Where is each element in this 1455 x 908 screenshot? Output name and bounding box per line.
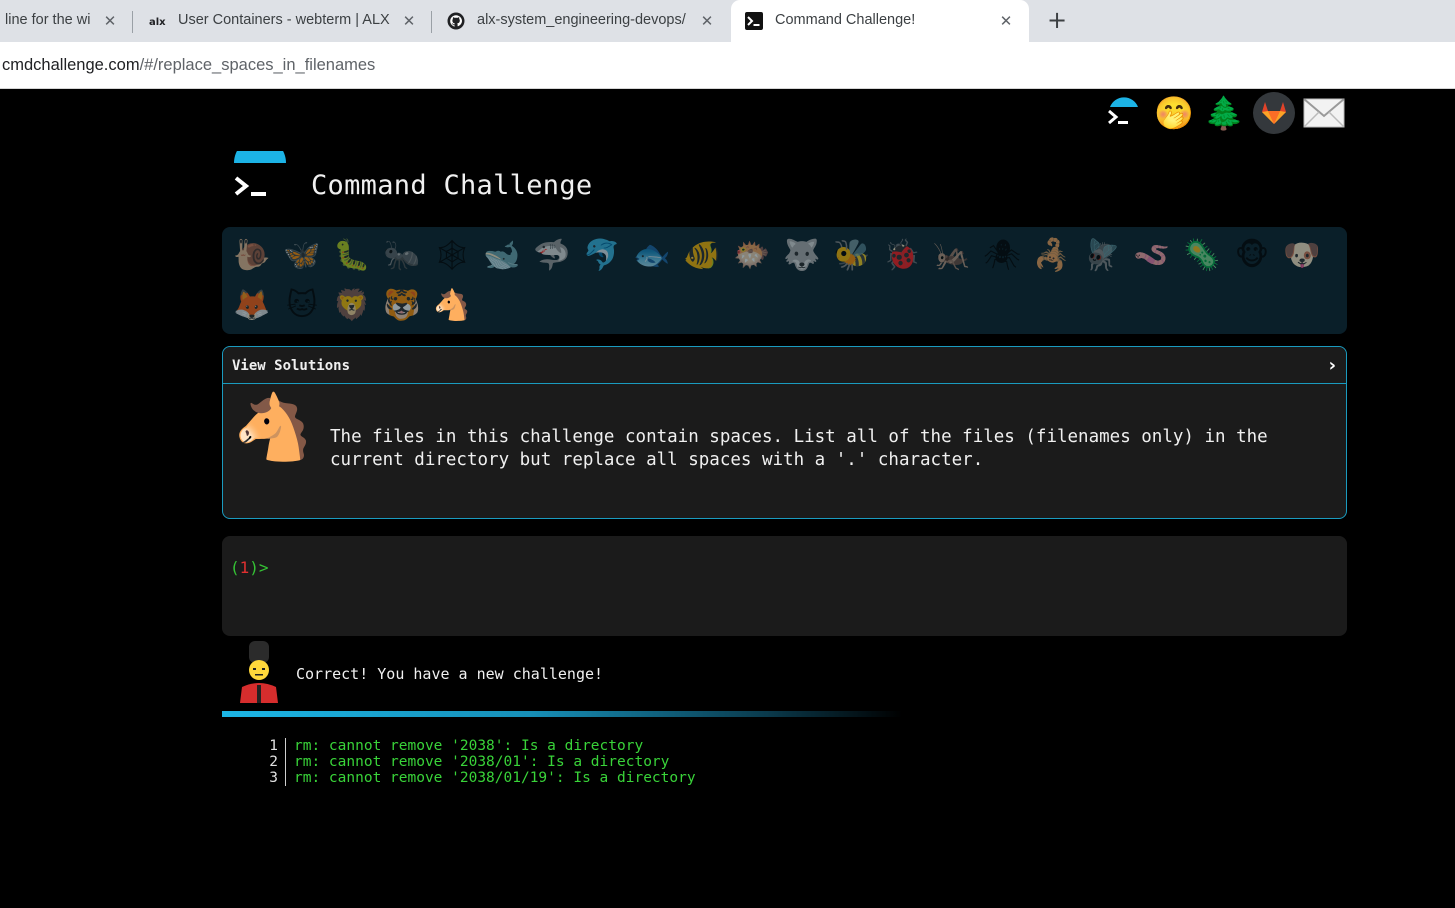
challenge-description: The files in this challenge contain spac… xyxy=(330,427,1268,470)
gitlab-icon[interactable] xyxy=(1253,92,1295,134)
challenge-monkey-icon[interactable]: 🐵 xyxy=(1227,231,1277,281)
result-message: Correct! You have a new challenge! xyxy=(296,665,604,683)
progress-bar xyxy=(222,711,902,717)
prompt-open: ( xyxy=(230,558,240,577)
output-line: 2 rm: cannot remove '2038/01': Is a dire… xyxy=(250,754,696,770)
challenge-wolf-icon[interactable]: 🐺 xyxy=(777,231,827,281)
challenge-fish-icon[interactable]: 🐟 xyxy=(627,231,677,281)
output-line: 1 rm: cannot remove '2038': Is a directo… xyxy=(250,738,696,754)
url-text[interactable]: cmdchallenge.com/#/replace_spaces_in_fil… xyxy=(2,56,375,75)
tab-line-for-the-wi[interactable]: line for the wi ✕ xyxy=(0,0,133,42)
prompt-close: )> xyxy=(249,558,269,577)
prompt-number: 1 xyxy=(239,558,250,577)
terminal-prompt: (1)> xyxy=(230,558,269,577)
page-title: Command Challenge xyxy=(311,170,593,201)
chevron-right-icon[interactable]: › xyxy=(1329,355,1336,376)
page-content: 🤭 🌲 Command Challenge 🐌 🦋 🐛 🐜 🕸 🐋 🦈 🐬 🐟 … xyxy=(0,89,1455,908)
challenge-ladybug-icon[interactable]: 🐞 xyxy=(877,231,927,281)
challenge-spider-web-icon[interactable]: 🕸 xyxy=(427,231,477,281)
close-tab-icon[interactable]: ✕ xyxy=(698,12,716,30)
challenge-fox-icon[interactable]: 🦊 xyxy=(227,281,277,331)
output-line: 3 rm: cannot remove '2038/01/19': Is a d… xyxy=(250,770,696,786)
command-output: 1 rm: cannot remove '2038': Is a directo… xyxy=(250,738,696,786)
browser-tab-bar: line for the wi ✕ alx User Containers - … xyxy=(0,0,1455,42)
challenge-grid: 🐌 🦋 🐛 🐜 🕸 🐋 🦈 🐬 🐟 🐠 🐡 🐺 🐝 🐞 🦗 🕷 🦂 🪰 🪱 🦠 … xyxy=(222,227,1347,334)
challenge-spider-icon[interactable]: 🕷 xyxy=(977,231,1027,281)
tab-title: line for the wi xyxy=(5,12,91,28)
challenge-butterfly-icon[interactable]: 🦋 xyxy=(277,231,327,281)
close-tab-icon[interactable]: ✕ xyxy=(400,12,418,30)
close-tab-icon[interactable]: ✕ xyxy=(997,12,1015,30)
tab-title: User Containers - webterm | ALX xyxy=(178,12,390,28)
line-text: rm: cannot remove '2038/01': Is a direct… xyxy=(294,754,670,770)
github-favicon-icon xyxy=(447,12,465,30)
challenge-blowfish-icon[interactable]: 🐡 xyxy=(727,231,777,281)
view-solutions-toggle[interactable]: View Solutions › xyxy=(223,347,1346,384)
tab-title: Command Challenge! xyxy=(775,12,916,28)
challenge-tiger-icon[interactable]: 🐯 xyxy=(377,281,427,331)
tab-title: alx-system_engineering-devops/ xyxy=(477,12,686,28)
challenge-worm-icon[interactable]: 🪱 xyxy=(1127,231,1177,281)
tab-command-challenge[interactable]: Command Challenge! ✕ xyxy=(731,0,1029,42)
challenge-lion-icon[interactable]: 🦁 xyxy=(327,281,377,331)
url-host: cmdchallenge.com xyxy=(2,56,140,74)
challenge-panel: View Solutions › 🐴 The files in this cha… xyxy=(222,346,1347,519)
horse-icon: 🐴 xyxy=(233,391,313,465)
command-challenge-logo-icon xyxy=(234,151,286,196)
challenge-shark-icon[interactable]: 🦈 xyxy=(527,231,577,281)
tab-alx-system-engineering[interactable]: alx-system_engineering-devops/ ✕ xyxy=(432,0,730,42)
challenge-cricket-icon[interactable]: 🦗 xyxy=(927,231,977,281)
tab-user-containers[interactable]: alx User Containers - webterm | ALX ✕ xyxy=(133,0,432,42)
challenge-tropical-fish-icon[interactable]: 🐠 xyxy=(677,231,727,281)
line-number: 1 xyxy=(250,738,286,754)
challenge-dolphin-icon[interactable]: 🐬 xyxy=(577,231,627,281)
challenge-cat-icon[interactable]: 🐱 xyxy=(277,281,327,331)
challenge-snail-icon[interactable]: 🐌 xyxy=(227,231,277,281)
view-solutions-label: View Solutions xyxy=(232,358,351,374)
challenge-fly-icon[interactable]: 🪰 xyxy=(1077,231,1127,281)
tree-icon[interactable]: 🌲 xyxy=(1203,92,1245,134)
terminal-input[interactable]: (1)> xyxy=(222,536,1347,636)
url-path: /#/replace_spaces_in_filenames xyxy=(139,56,376,74)
guardsman-icon xyxy=(240,641,278,703)
challenge-horse-icon[interactable]: 🐴 xyxy=(427,281,477,331)
terminal-logo-icon[interactable] xyxy=(1103,92,1145,134)
new-tab-button[interactable]: + xyxy=(1045,8,1069,33)
challenge-microbe-icon[interactable]: 🦠 xyxy=(1177,231,1227,281)
line-number: 2 xyxy=(250,754,286,770)
alx-favicon-icon: alx xyxy=(149,17,166,28)
challenge-scorpion-icon[interactable]: 🦂 xyxy=(1027,231,1077,281)
terminal-favicon-icon xyxy=(745,12,763,30)
line-text: rm: cannot remove '2038': Is a directory xyxy=(294,738,644,754)
challenge-bee-icon[interactable]: 🐝 xyxy=(827,231,877,281)
close-tab-icon[interactable]: ✕ xyxy=(101,12,119,30)
line-text: rm: cannot remove '2038/01/19': Is a dir… xyxy=(294,770,696,786)
line-number: 3 xyxy=(250,770,286,786)
svg-text:alx: alx xyxy=(149,17,166,28)
challenge-caterpillar-icon[interactable]: 🐛 xyxy=(327,231,377,281)
address-bar[interactable]: cmdchallenge.com/#/replace_spaces_in_fil… xyxy=(0,42,1455,89)
header-icon-links: 🤭 🌲 xyxy=(1103,92,1345,134)
challenge-dog-icon[interactable]: 🐶 xyxy=(1277,231,1327,281)
challenge-ant-icon[interactable]: 🐜 xyxy=(377,231,427,281)
mail-icon[interactable] xyxy=(1303,92,1345,134)
hushed-face-icon[interactable]: 🤭 xyxy=(1153,92,1195,134)
challenge-whale-icon[interactable]: 🐋 xyxy=(477,231,527,281)
